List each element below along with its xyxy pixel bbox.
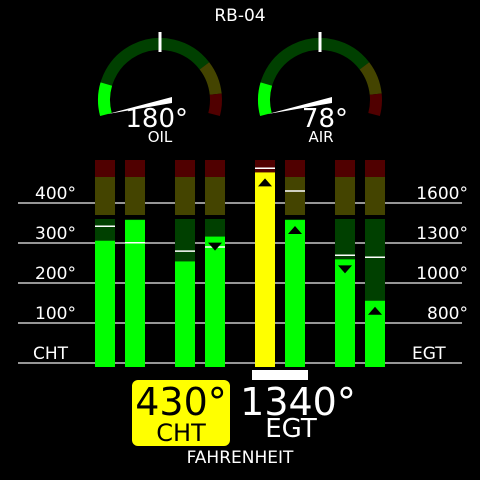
cht-readout-value: 430° [135, 380, 227, 424]
egt-scale-label-1300: 1300° [416, 224, 468, 244]
egt-scale-label-1000: 1000° [416, 264, 468, 284]
cyl1-cht-danger-zone [95, 160, 115, 177]
cyl2-egt-caution-zone [205, 177, 225, 215]
oil-gauge-arc-danger [208, 93, 222, 117]
cyl2-cht-bar [175, 261, 195, 367]
selected-cylinder-indicator [252, 370, 308, 380]
units-label: FAHRENHEIT [186, 448, 294, 468]
cyl2-cht-caution-zone [175, 177, 195, 215]
cht-readout-unit: CHT [156, 419, 206, 447]
cyl3-cht-bar [255, 172, 275, 367]
oil-gauge-arc-caution [199, 62, 222, 96]
cyl4-cht-danger-zone [335, 160, 355, 177]
oil-gauge-arc-fill [98, 82, 113, 117]
cyl1-cht-bar [95, 240, 115, 367]
cyl1-egt-caution-zone [125, 177, 145, 215]
cyl1-cht-caution-zone [95, 177, 115, 215]
air-gauge-arc-fill [258, 82, 273, 117]
egt-scale-label-1600: 1600° [416, 184, 468, 204]
cyl4-cht-bar [335, 259, 355, 367]
egt-readout-unit: EGT [265, 414, 317, 444]
cyl2-cht-danger-zone [175, 160, 195, 177]
cht-scale-label-200: 200° [35, 264, 76, 284]
cyl2-egt-danger-zone [205, 160, 225, 177]
cyl2-egt-bar [205, 236, 225, 367]
air-gauge-label: AIR [308, 128, 334, 146]
cht-readout-box: 430° CHT [132, 380, 230, 446]
cyl1-egt-danger-zone [125, 160, 145, 177]
cyl3-egt-danger-zone [285, 160, 305, 177]
cht-scale-label-300: 300° [35, 224, 76, 244]
cht-scale-label-100: 100° [35, 304, 76, 324]
egt-scale-label-800: 800° [427, 304, 468, 324]
air-gauge-arc-caution [359, 62, 382, 96]
cyl4-egt-danger-zone [365, 160, 385, 177]
cht-scale-name: CHT [33, 344, 69, 364]
oil-gauge-label: OIL [147, 128, 173, 146]
cyl4-cht-caution-zone [335, 177, 355, 215]
egt-scale-name: EGT [412, 344, 446, 364]
cyl3-egt-bar [285, 220, 305, 367]
air-gauge-arc-danger [368, 93, 382, 117]
cyl4-egt-caution-zone [365, 177, 385, 215]
cyl3-egt-caution-zone [285, 177, 305, 215]
cht-scale-label-400: 400° [35, 184, 76, 204]
